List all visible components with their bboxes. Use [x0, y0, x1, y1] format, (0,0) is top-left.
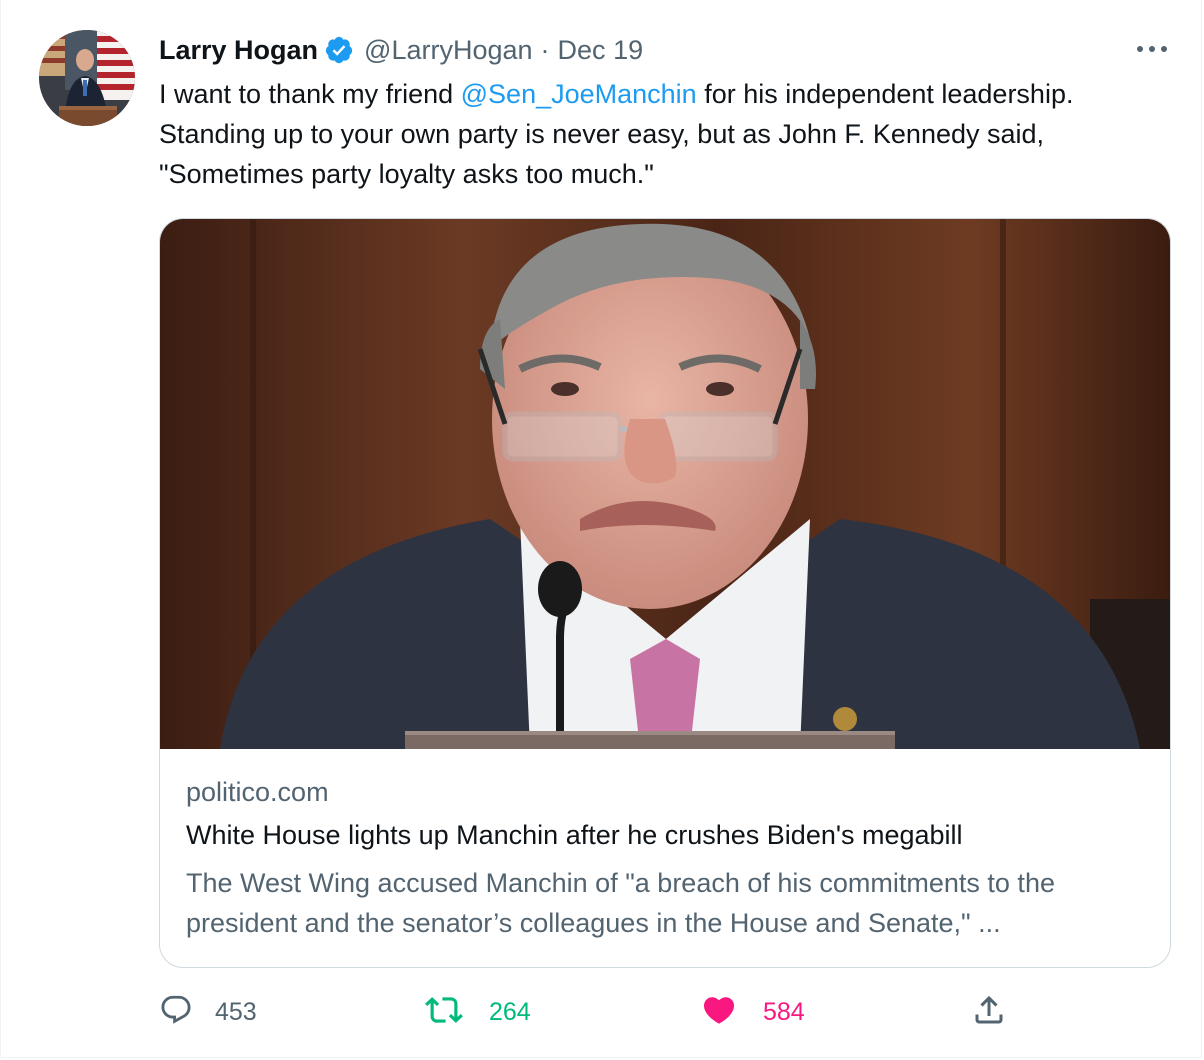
reply-icon [159, 993, 193, 1032]
reply-button[interactable]: 453 [159, 985, 257, 1040]
retweet-button[interactable]: 264 [425, 985, 531, 1040]
header-separator: · [540, 34, 550, 65]
tweet-text: I want to thank my friend @Sen_JoeManchi… [159, 74, 1169, 194]
like-button[interactable]: 584 [701, 985, 805, 1040]
card-image [160, 219, 1170, 749]
share-icon [971, 992, 1007, 1033]
tweet-text-before: I want to thank my friend [159, 79, 461, 109]
heart-icon [701, 992, 737, 1033]
avatar[interactable] [39, 30, 135, 126]
card-domain: politico.com [186, 777, 329, 807]
retweet-count: 264 [489, 998, 531, 1026]
more-icon[interactable] [1133, 34, 1171, 64]
tweet-date[interactable]: Dec 19 [558, 35, 644, 66]
share-button[interactable] [971, 985, 1007, 1040]
mention-link[interactable]: @Sen_JoeManchin [461, 79, 697, 109]
author-name[interactable]: Larry Hogan [159, 35, 318, 66]
retweet-icon [425, 991, 463, 1034]
author-handle[interactable]: @LarryHogan [364, 35, 533, 66]
link-card[interactable]: politico.com White House lights up Manch… [159, 218, 1171, 968]
tweet-header: Larry Hogan @LarryHogan · Dec 19 [159, 30, 643, 70]
card-title: White House lights up Manchin after he c… [186, 820, 963, 850]
avatar-image [39, 30, 135, 126]
action-bar: 453 264 584 [1, 985, 1204, 1040]
card-description: The West Wing accused Manchin of "a brea… [186, 868, 1055, 938]
like-count: 584 [763, 998, 805, 1026]
verified-badge-icon [324, 35, 354, 65]
tweet-container: Larry Hogan @LarryHogan · Dec 19 I want … [0, 0, 1202, 1058]
reply-count: 453 [215, 998, 257, 1026]
